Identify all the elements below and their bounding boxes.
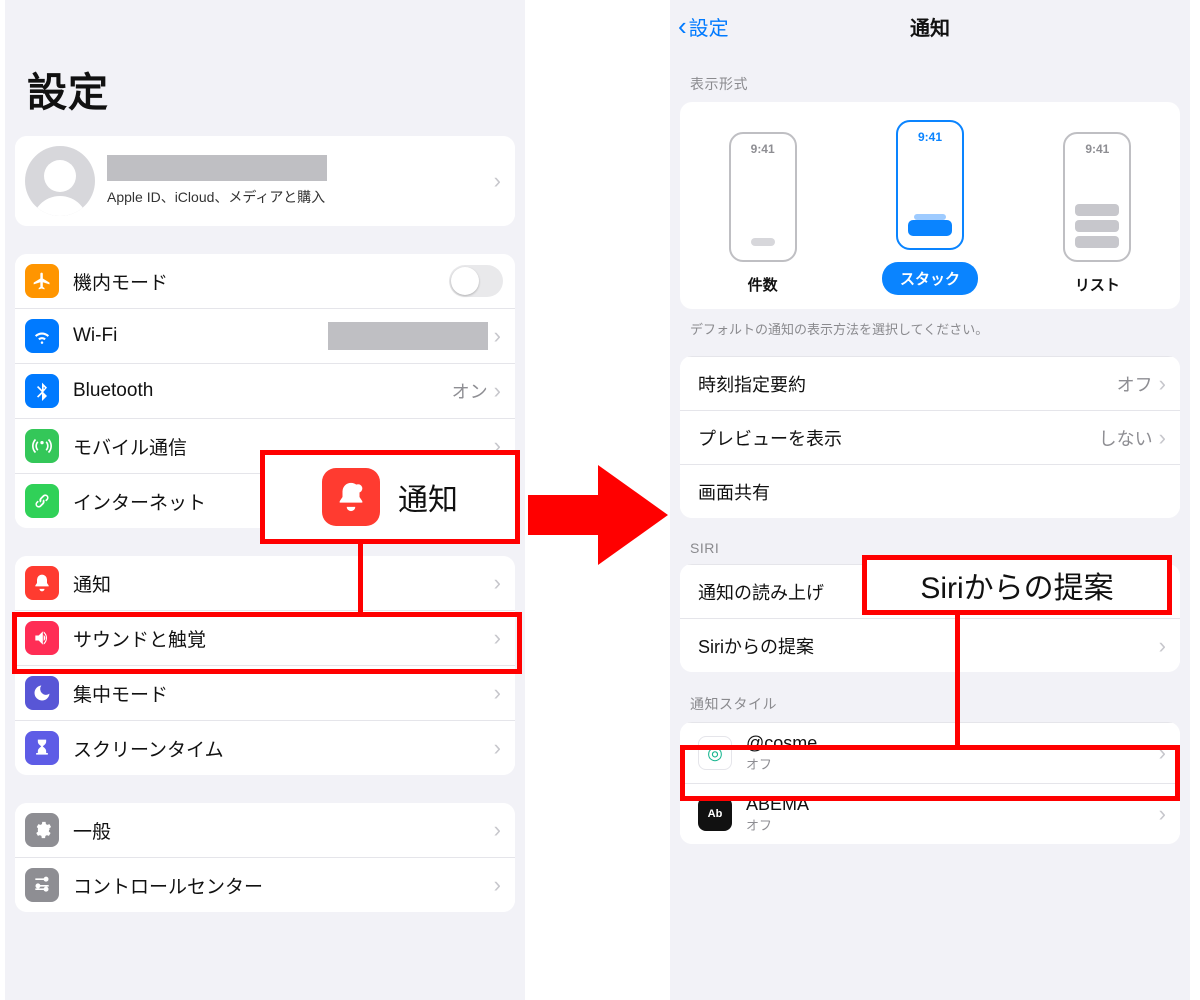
chevron-right-icon: ›: [494, 735, 503, 761]
wifi-label: Wi-Fi: [73, 325, 117, 347]
callout-label: 通知: [398, 475, 458, 519]
profile-subtitle: Apple ID、iCloud、メディアと購入: [107, 187, 494, 207]
hotspot-label: インターネット: [73, 488, 206, 515]
wifi-value-redacted: [328, 322, 488, 350]
show-previews-row[interactable]: プレビューを表示 しない ›: [680, 410, 1180, 464]
profile-card: Apple ID、iCloud、メディアと購入 ›: [15, 136, 515, 226]
scheduled-summary-value: オフ: [1117, 371, 1153, 397]
gear-icon: [25, 813, 59, 847]
bell-icon: [322, 468, 380, 526]
airplane-icon: [25, 264, 59, 298]
link-icon: [25, 484, 59, 518]
notifications-row[interactable]: 通知 ›: [15, 556, 515, 610]
notifications-label: 通知: [73, 570, 111, 597]
app-status: オフ: [746, 815, 809, 834]
control-center-row[interactable]: コントロールセンター ›: [15, 857, 515, 912]
notification-style-header: 通知スタイル: [670, 672, 1190, 722]
chevron-right-icon: ›: [1159, 371, 1168, 397]
screentime-label: スクリーンタイム: [73, 735, 224, 762]
wifi-row[interactable]: Wi-Fi ›: [15, 308, 515, 363]
airplane-mode-switch[interactable]: [449, 265, 503, 297]
show-previews-value: しない: [1099, 425, 1153, 451]
bluetooth-label: Bluetooth: [73, 380, 153, 402]
chevron-right-icon: ›: [494, 168, 503, 194]
screentime-row[interactable]: スクリーンタイム ›: [15, 720, 515, 775]
chevron-right-icon: ›: [1159, 425, 1168, 451]
callout-notifications: 通知: [260, 450, 520, 544]
chevron-right-icon: ›: [494, 817, 503, 843]
callout-siri-suggestions: Siriからの提案: [862, 555, 1172, 615]
airplane-mode-label: 機内モード: [73, 268, 168, 295]
bluetooth-icon: [25, 374, 59, 408]
chevron-right-icon: ›: [494, 570, 503, 596]
show-previews-label: プレビューを表示: [698, 425, 842, 451]
notification-options-group: 時刻指定要約 オフ › プレビューを表示 しない › 画面共有 ›: [680, 356, 1180, 518]
preview-list-icon: 9:41: [1063, 132, 1131, 262]
highlight-siri-suggestions-row: [680, 745, 1180, 801]
chevron-right-icon: ›: [1159, 801, 1168, 827]
annotation-connector: [358, 544, 363, 614]
highlight-notifications-row: [12, 612, 522, 674]
display-option-stack[interactable]: 9:41 スタック: [882, 120, 978, 295]
callout-label: Siriからの提案: [920, 563, 1113, 607]
moon-icon: [25, 676, 59, 710]
siri-suggestions-label: Siriからの提案: [698, 633, 814, 659]
display-option-count[interactable]: 9:41 件数: [729, 132, 797, 295]
app-icon-abema: Ab: [698, 797, 732, 831]
back-button[interactable]: ‹ 設定: [678, 0, 729, 52]
antenna-icon: [25, 429, 59, 463]
chevron-right-icon: ›: [494, 378, 503, 404]
back-label: 設定: [689, 12, 729, 41]
nav-bar: ‹ 設定 通知: [670, 0, 1190, 52]
general-group: 一般 › コントロールセンター ›: [15, 803, 515, 912]
page-title: 通知: [910, 12, 950, 41]
option-label: 件数: [748, 274, 778, 295]
bluetooth-value: オン: [452, 378, 488, 404]
airplane-mode-row[interactable]: 機内モード: [15, 254, 515, 308]
siri-suggestions-row[interactable]: Siriからの提案 ›: [680, 618, 1180, 672]
wifi-icon: [25, 319, 59, 353]
bell-icon: [25, 566, 59, 600]
display-style-card: 9:41 件数 9:41 スタック 9:41: [680, 102, 1180, 309]
avatar: [25, 146, 95, 216]
page-title: 設定: [5, 0, 525, 136]
display-style-header: 表示形式: [670, 52, 1190, 102]
chevron-right-icon: ›: [494, 323, 503, 349]
preview-count-icon: 9:41: [729, 132, 797, 262]
display-option-list[interactable]: 9:41 リスト: [1063, 132, 1131, 295]
apple-id-row[interactable]: Apple ID、iCloud、メディアと購入 ›: [15, 136, 515, 226]
chevron-left-icon: ‹: [678, 11, 687, 42]
display-style-footer: デフォルトの通知の表示方法を選択してください。: [670, 309, 1190, 342]
screen-sharing-label: 画面共有: [698, 479, 770, 505]
chevron-right-icon: ›: [494, 680, 503, 706]
control-center-label: コントロールセンター: [73, 872, 263, 899]
switches-icon: [25, 868, 59, 902]
announce-label: 通知の読み上げ: [698, 579, 824, 605]
notifications-screen: ‹ 設定 通知 表示形式 9:41 件数 9:41: [670, 0, 1190, 1000]
general-label: 一般: [73, 817, 111, 844]
profile-name-redacted: [107, 155, 327, 181]
option-label-selected: スタック: [882, 262, 978, 295]
preview-stack-icon: 9:41: [896, 120, 964, 250]
annotation-connector: [955, 615, 960, 745]
tutorial-stage: 設定 Apple ID、iCloud、メディアと購入 ›: [0, 0, 1200, 1000]
scheduled-summary-row[interactable]: 時刻指定要約 オフ ›: [680, 356, 1180, 410]
arrow-right-icon: [528, 460, 668, 570]
chevron-right-icon: ›: [494, 872, 503, 898]
cellular-label: モバイル通信: [73, 433, 187, 460]
scheduled-summary-label: 時刻指定要約: [698, 371, 806, 397]
screen-sharing-row[interactable]: 画面共有 ›: [680, 464, 1180, 518]
option-label: リスト: [1075, 274, 1120, 295]
general-row[interactable]: 一般 ›: [15, 803, 515, 857]
hourglass-icon: [25, 731, 59, 765]
focus-label: 集中モード: [73, 680, 168, 707]
chevron-right-icon: ›: [1159, 633, 1168, 659]
bluetooth-row[interactable]: Bluetooth オン ›: [15, 363, 515, 418]
